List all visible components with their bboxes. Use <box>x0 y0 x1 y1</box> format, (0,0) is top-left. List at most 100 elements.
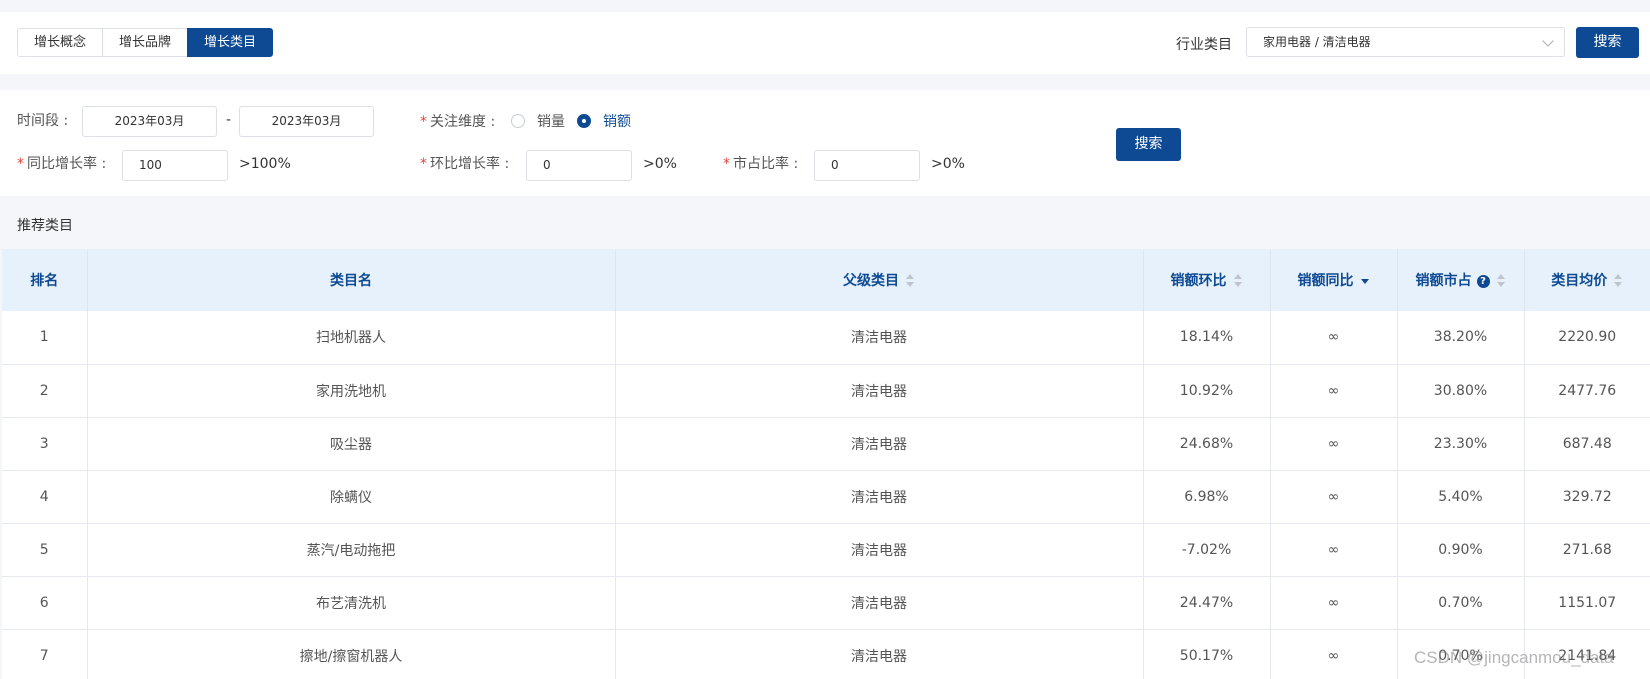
table-row[interactable]: 5 蒸汽/电动拖把 清洁电器 -7.02% ∞ 0.90% 271.68 <box>2 523 1650 577</box>
filter-search-button[interactable]: 搜索 <box>1116 128 1181 161</box>
column-market-share-label: 销额市占 <box>1415 273 1472 289</box>
column-sales-mom[interactable]: 销额环比 <box>1143 249 1271 311</box>
radio-sales-amount-label[interactable]: 销额 <box>603 111 631 131</box>
tab-growth-category[interactable]: 增长类目 <box>187 28 274 57</box>
rank-cell: 1 <box>2 311 88 365</box>
parent-category-cell: 清洁电器 <box>615 629 1144 679</box>
sort-icon[interactable] <box>1613 273 1623 289</box>
column-sales-mom-label: 销额环比 <box>1170 273 1227 289</box>
market-share-cell: 30.80% <box>1397 364 1525 418</box>
filter-panel: 时间段 : 2023年03月 - 2023年03月 * 关注维度 : 销量 销额 … <box>0 90 1650 196</box>
share-hint: >0% <box>931 156 965 172</box>
sort-desc-icon[interactable] <box>1360 273 1370 289</box>
category-name-cell: 家用洗地机 <box>87 364 616 418</box>
sales-mom-cell: 50.17% <box>1143 629 1271 679</box>
category-name-cell: 擦地/擦窗机器人 <box>87 629 616 679</box>
required-mark: * <box>723 156 730 172</box>
sort-icon[interactable] <box>1233 273 1243 289</box>
category-name-cell: 吸尘器 <box>87 417 616 471</box>
sales-mom-cell: 24.68% <box>1143 417 1271 471</box>
table-row[interactable]: 6 布艺清洗机 清洁电器 24.47% ∞ 0.70% 1151.07 <box>2 576 1650 630</box>
table-row[interactable]: 7 擦地/擦窗机器人 清洁电器 50.17% ∞ 0.70% 2141.84 <box>2 629 1650 679</box>
market-share-cell: 5.40% <box>1397 470 1525 524</box>
column-market-share[interactable]: 销额市占? <box>1397 249 1525 311</box>
period-end-input[interactable]: 2023年03月 <box>239 106 374 137</box>
avg-price-cell: 2220.90 <box>1524 311 1650 365</box>
sort-icon[interactable] <box>1496 273 1506 289</box>
required-mark: * <box>17 156 24 172</box>
sales-yoy-cell: ∞ <box>1270 470 1398 524</box>
period-label: 时间段 : <box>17 113 69 129</box>
column-rank: 排名 <box>2 249 88 311</box>
industry-select[interactable]: 家用电器 / 清洁电器 <box>1246 27 1565 57</box>
table-row[interactable]: 3 吸尘器 清洁电器 24.68% ∞ 23.30% 687.48 <box>2 417 1650 471</box>
market-share-cell: 0.90% <box>1397 523 1525 577</box>
radio-sales-volume-label[interactable]: 销量 <box>537 111 565 131</box>
parent-category-cell: 清洁电器 <box>615 470 1144 524</box>
yoy-label-text: 同比增长率 : <box>27 156 107 172</box>
rank-cell: 5 <box>2 523 88 577</box>
avg-price-cell: 687.48 <box>1524 417 1650 471</box>
sales-mom-cell: 24.47% <box>1143 576 1271 630</box>
chevron-down-icon <box>1542 35 1554 47</box>
category-name-cell: 扫地机器人 <box>87 311 616 365</box>
rank-cell: 2 <box>2 364 88 418</box>
avg-price-cell: 2477.76 <box>1524 364 1650 418</box>
sales-mom-cell: 18.14% <box>1143 311 1271 365</box>
share-label-text: 市占比率 : <box>733 156 799 172</box>
sales-yoy-cell: ∞ <box>1270 417 1398 471</box>
yoy-hint: >100% <box>239 156 291 172</box>
sales-mom-cell: 6.98% <box>1143 470 1271 524</box>
tab-growth-concept[interactable]: 增长概念 <box>17 28 104 57</box>
avg-price-cell: 329.72 <box>1524 470 1650 524</box>
market-share-cell: 23.30% <box>1397 417 1525 471</box>
table-row[interactable]: 4 除螨仪 清洁电器 6.98% ∞ 5.40% 329.72 <box>2 470 1650 524</box>
yoy-input[interactable]: 100 <box>122 150 228 181</box>
tab-growth-brand[interactable]: 增长品牌 <box>102 28 189 57</box>
sales-yoy-cell: ∞ <box>1270 311 1398 365</box>
mom-input[interactable]: 0 <box>526 150 632 181</box>
yoy-label: * 同比增长率 : <box>17 153 106 173</box>
market-share-cell: 38.20% <box>1397 311 1525 365</box>
radio-sales-volume[interactable] <box>511 114 525 128</box>
top-bar: 增长概念 增长品牌 增长类目 行业类目 家用电器 / 清洁电器 搜索 <box>0 12 1650 74</box>
category-name-cell: 蒸汽/电动拖把 <box>87 523 616 577</box>
parent-category-cell: 清洁电器 <box>615 311 1144 365</box>
sort-icon[interactable] <box>905 273 915 289</box>
radio-sales-amount[interactable] <box>577 114 591 128</box>
column-avg-price[interactable]: 类目均价 <box>1524 249 1650 311</box>
sales-mom-cell: 10.92% <box>1143 364 1271 418</box>
category-table: 排名 类目名 父级类目 销额环比 销额同比 销额市占? 类目均价 1 扫地机器人… <box>2 249 1650 679</box>
mom-label: * 环比增长率 : <box>420 153 509 173</box>
required-mark: * <box>420 114 427 130</box>
column-parent-category[interactable]: 父级类目 <box>615 249 1144 311</box>
table-header-row: 排名 类目名 父级类目 销额环比 销额同比 销额市占? 类目均价 <box>2 249 1650 311</box>
table-row[interactable]: 1 扫地机器人 清洁电器 18.14% ∞ 38.20% 2220.90 <box>2 311 1650 365</box>
column-sales-yoy-label: 销额同比 <box>1297 273 1354 289</box>
period-start-input[interactable]: 2023年03月 <box>82 106 217 137</box>
sales-yoy-cell: ∞ <box>1270 523 1398 577</box>
watermark: CSDN @jingcanmou_data <box>1414 648 1614 667</box>
column-avg-price-label: 类目均价 <box>1551 273 1608 289</box>
rank-cell: 3 <box>2 417 88 471</box>
top-search-button[interactable]: 搜索 <box>1576 27 1639 58</box>
help-icon[interactable]: ? <box>1476 274 1490 288</box>
parent-category-cell: 清洁电器 <box>615 417 1144 471</box>
category-name-cell: 除螨仪 <box>87 470 616 524</box>
column-category-name-label: 类目名 <box>330 273 372 289</box>
column-rank-label: 排名 <box>30 273 59 289</box>
category-name-cell: 布艺清洗机 <box>87 576 616 630</box>
table-row[interactable]: 2 家用洗地机 清洁电器 10.92% ∞ 30.80% 2477.76 <box>2 364 1650 418</box>
section-title: 推荐类目 <box>17 218 73 234</box>
industry-label: 行业类目 <box>1176 37 1232 53</box>
avg-price-cell: 1151.07 <box>1524 576 1650 630</box>
parent-category-cell: 清洁电器 <box>615 576 1144 630</box>
avg-price-cell: 271.68 <box>1524 523 1650 577</box>
share-input[interactable]: 0 <box>814 150 920 181</box>
rank-cell: 6 <box>2 576 88 630</box>
industry-select-value: 家用电器 / 清洁电器 <box>1263 35 1371 49</box>
required-mark: * <box>420 156 427 172</box>
parent-category-cell: 清洁电器 <box>615 364 1144 418</box>
dimension-label: * 关注维度 : <box>420 111 495 131</box>
column-sales-yoy[interactable]: 销额同比 <box>1270 249 1398 311</box>
